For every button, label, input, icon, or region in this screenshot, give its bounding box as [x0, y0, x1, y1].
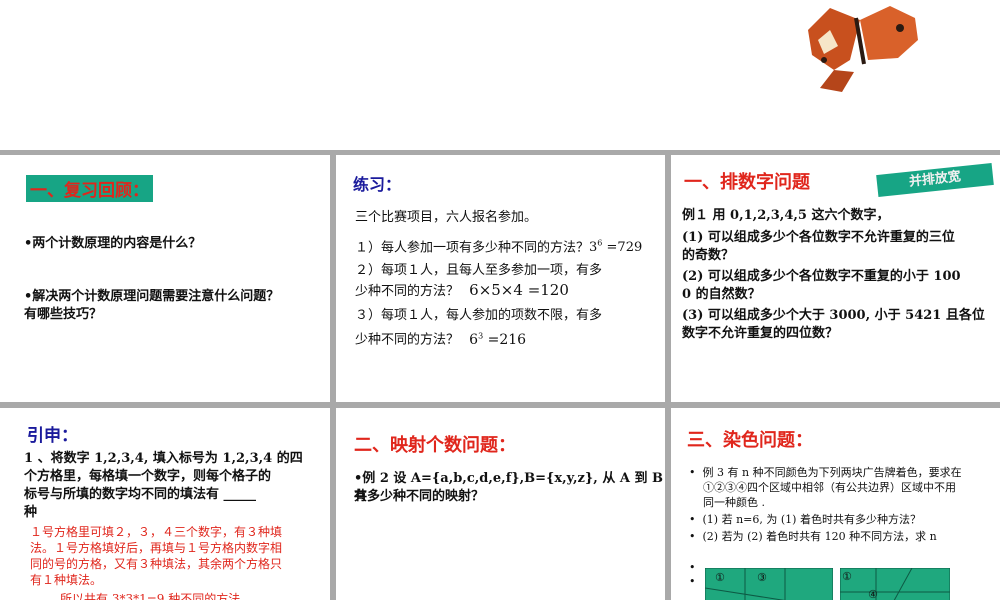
practice-item-3b: 少种不同的方法？ 63 =216 — [355, 327, 526, 350]
coloring-example-line-1: 例 3 有 n 种不同颜色为下列两块广告牌着色，要求在 — [702, 466, 962, 479]
extension-line-2: 个方格里，每格填一个数字，则每个格子的 — [24, 469, 272, 484]
mapping-title: 二、映射个数问题： — [354, 435, 516, 456]
review-question-2b: 有哪些技巧？ — [24, 307, 103, 322]
solution-line-2: 法。１号方格填好后，再填与１号方格内数字相 — [30, 541, 283, 555]
answer-3-exponent: 3 — [478, 331, 484, 340]
coloring-bullet-2: • (1) 若 n=6, 为 (1) 着色时共有多少种方法？ — [689, 512, 921, 527]
answer-1-value: =729 — [606, 240, 643, 256]
board-2-region-label-b: ④ — [868, 588, 878, 600]
answer-1: 36 =729 — [589, 239, 643, 256]
answer-3-base: 6 — [469, 331, 479, 348]
example-1-line-7: 数字不允许重复的四位数？ — [682, 326, 839, 341]
coloring-bullet-1: • 例 3 有 n 种不同颜色为下列两块广告牌着色，要求在 ①②③④四个区域中相… — [689, 465, 962, 510]
review-question-1: •两个计数原理的内容是什么？ — [24, 236, 202, 251]
panel-coloring: 三、染色问题： • 例 3 有 n 种不同颜色为下列两块广告牌着色，要求在 ①②… — [671, 408, 1000, 600]
extension-line-1: 1 、将数字 1,2,3,4, 填入标号为 1,2,3,4 的四 — [24, 451, 303, 466]
billboard-2: ① ④ — [840, 568, 950, 600]
board-1-region-label-a: ① — [715, 571, 725, 584]
board-2-region-label-a: ① — [842, 570, 852, 583]
coloring-title: 三、染色问题： — [687, 430, 813, 451]
review-question-2a: •解决两个计数原理问题需要注意什么问题？ — [24, 289, 280, 304]
mapping-line-2: 有多少种不同的映射？ — [354, 489, 485, 504]
example-1-line-4: (2) 可以组成多少个各位数字不重复的小于 100 — [682, 269, 961, 284]
solution-line-1: １号方格里可填２，３，４三个数字，有３种填 — [30, 525, 283, 539]
panel-number-arrangement: 一、排数字问题 并排放宽 例１ 用 0,1,2,3,4,5 这六个数字， (1)… — [671, 155, 1000, 402]
practice-item-1: １）每人参加一项有多少种不同的方法？36 =729 — [355, 235, 642, 257]
practice-intro: 三个比赛项目，六人报名参加。 — [355, 210, 538, 225]
bullet-dot-icon: • — [689, 513, 696, 526]
practice-item-3a: ３）每项１人，每人参加的项数不限，有多 — [355, 308, 603, 323]
panel-extension: 引申： 1 、将数字 1,2,3,4, 填入标号为 1,2,3,4 的四 个方格… — [0, 408, 330, 600]
extension-line-3: 标号与所填的数字均不同的填法有 _____ — [24, 487, 257, 502]
coloring-question-2: (2) 若为 (2) 着色时共有 120 种不同方法，求 n — [702, 530, 937, 543]
empty-bullets: • • — [689, 561, 696, 588]
extension-line-4: 种 — [24, 505, 38, 520]
solution-line-3: 同的号的方格，又有３种填法，其余两个方格只 — [30, 557, 283, 571]
arrangement-title: 一、排数字问题 — [684, 172, 810, 193]
slide-grid: 一、复习回顾： •两个计数原理的内容是什么？ •解决两个计数原理问题需要注意什么… — [0, 150, 1000, 600]
solution-conclusion: 所以共有 3*3*1=9 种不同的方法. — [60, 592, 245, 600]
board-1-region-label-b: ③ — [757, 571, 767, 584]
practice-item-2b-text: 少种不同的方法？ — [355, 284, 460, 299]
panel-mapping: 二、映射个数问题： •例 2 设 A={a,b,c,d,e,f},B={x,y,… — [336, 408, 665, 600]
example-1-line-6: (3) 可以组成多少个大于 3000, 小于 5421 且各位 — [682, 308, 985, 323]
coloring-question-1: (1) 若 n=6, 为 (1) 着色时共有多少种方法？ — [702, 513, 921, 526]
solution-line-4: 有１种填法。 — [30, 573, 103, 587]
answer-2: 6×5×4 =120 — [469, 281, 569, 299]
practice-item-3b-text: 少种不同的方法？ — [355, 332, 460, 348]
answer-3-value: =216 — [487, 331, 527, 348]
practice-item-1-text: １）每人参加一项有多少种不同的方法？ — [355, 240, 590, 256]
practice-title: 练习： — [353, 175, 402, 194]
panel-practice: 练习： 三个比赛项目，六人报名参加。 １）每人参加一项有多少种不同的方法？36 … — [336, 155, 665, 402]
panel-review: 一、复习回顾： •两个计数原理的内容是什么？ •解决两个计数原理问题需要注意什么… — [0, 155, 330, 402]
slide-header — [0, 0, 1000, 150]
coloring-example-line-3: 同一种颜色 . — [703, 496, 765, 509]
answer-3: 63 =216 — [469, 331, 527, 348]
bullet-dot-icon: • — [689, 530, 696, 543]
answer-1-exponent: 6 — [597, 239, 603, 248]
billboard-1: ① ③ — [705, 568, 833, 600]
practice-item-2a: ２）每项１人，且每人至多参加一项，有多 — [355, 263, 603, 278]
example-1-line-1: 例１ 用 0,1,2,3,4,5 这六个数字， — [682, 208, 890, 223]
coloring-bullet-3: • (2) 若为 (2) 着色时共有 120 种不同方法，求 n — [689, 529, 937, 544]
example-1-line-3: 的奇数？ — [682, 248, 735, 263]
example-1-line-5: 0 的自然数？ — [682, 287, 761, 302]
stamp-badge: 并排放宽 — [876, 162, 994, 198]
example-1-line-2: (1) 可以组成多少个各位数字不允许重复的三位 — [682, 230, 955, 245]
review-title: 一、复习回顾： — [26, 175, 153, 202]
butterfly-image — [808, 6, 918, 92]
practice-item-2b: 少种不同的方法？ 6×5×4 =120 — [355, 281, 569, 301]
bullet-dot-icon: • — [689, 466, 696, 479]
coloring-example-line-2: ①②③④四个区域中相邻（有公共边界）区域中不用 — [703, 481, 956, 494]
extension-title: 引申： — [27, 426, 78, 446]
